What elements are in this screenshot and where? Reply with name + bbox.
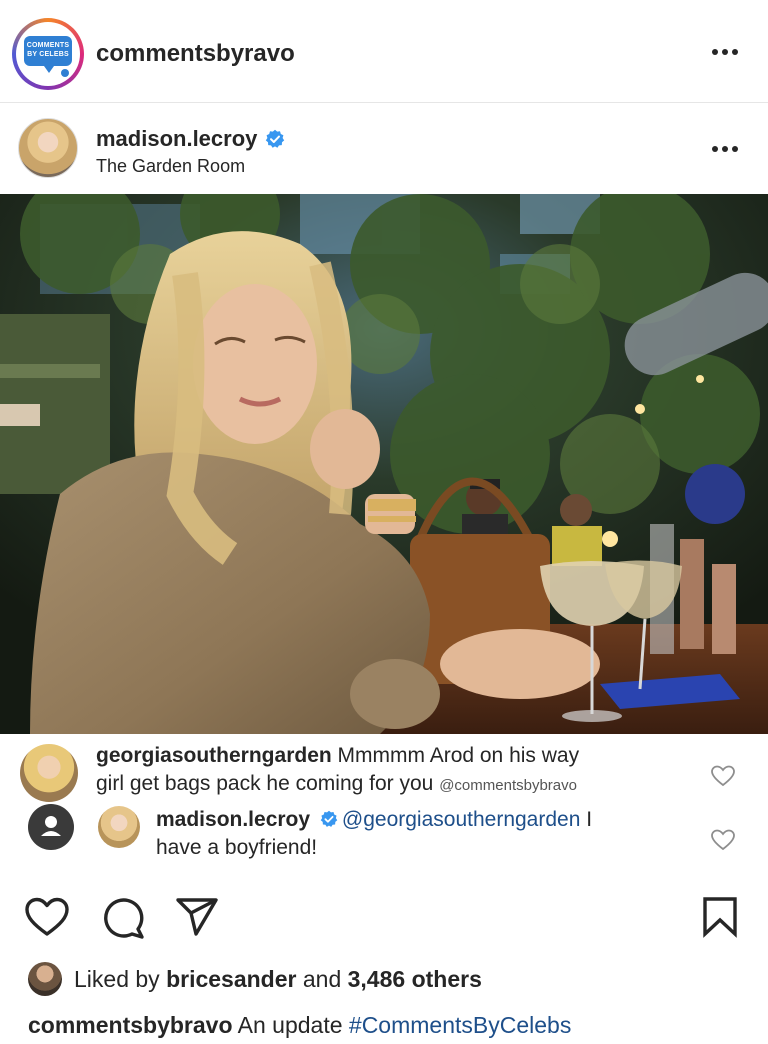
liker-username[interactable]: bricesander bbox=[166, 966, 296, 992]
caption-username[interactable]: commentsbybravo bbox=[28, 1012, 233, 1038]
default-user-icon bbox=[28, 804, 74, 850]
likes-count[interactable]: 3,486 others bbox=[348, 966, 482, 992]
likes-summary[interactable]: Liked by bricesander and 3,486 others bbox=[74, 966, 482, 993]
verified-badge-icon bbox=[266, 129, 285, 148]
verified-badge-icon bbox=[320, 810, 338, 827]
bookmark-icon[interactable] bbox=[700, 896, 740, 938]
comment-text-line1: Mmmmm Arod on his way bbox=[337, 744, 580, 767]
post-location[interactable]: The Garden Room bbox=[96, 156, 245, 177]
post-author-username[interactable]: madison.lecroy bbox=[96, 126, 257, 152]
comments-by-celebs-logo: COMMENTS BY CELEBS bbox=[24, 36, 72, 66]
commenter-avatar[interactable] bbox=[20, 744, 78, 802]
post-author-avatar[interactable] bbox=[18, 118, 78, 178]
logo-text-line1: COMMENTS bbox=[26, 42, 70, 49]
post-caption: commentsbybravo An update #CommentsByCel… bbox=[28, 1012, 571, 1039]
logo-text-line2: BY CELEBS bbox=[27, 51, 69, 58]
reply-mention[interactable]: @georgiasoutherngarden bbox=[342, 808, 581, 831]
reply-text-tail: I bbox=[580, 808, 593, 831]
post-more-icon[interactable] bbox=[712, 144, 742, 154]
comment-icon[interactable] bbox=[100, 896, 146, 940]
comment-username[interactable]: georgiasoutherngarden bbox=[96, 744, 332, 767]
liker-avatar[interactable] bbox=[28, 962, 62, 996]
likes-prefix: Liked by bbox=[74, 966, 167, 992]
caption-hashtag[interactable]: #CommentsByCelebs bbox=[349, 1012, 571, 1038]
account-header: COMMENTS BY CELEBS commentsbyravo bbox=[0, 0, 768, 103]
likes-middle: and bbox=[296, 966, 348, 992]
heart-icon[interactable] bbox=[24, 896, 70, 938]
more-icon[interactable] bbox=[712, 47, 742, 57]
reply-username[interactable]: madison.lecroy bbox=[156, 808, 310, 831]
reply-author-avatar[interactable] bbox=[98, 806, 140, 848]
watermark-tag: @commentsbybravo bbox=[439, 777, 577, 794]
comment-text-line2: girl get bags pack he coming for you bbox=[96, 772, 434, 795]
post-photo[interactable] bbox=[0, 194, 768, 734]
share-icon[interactable] bbox=[174, 896, 220, 938]
comment-like-heart-icon[interactable] bbox=[710, 764, 736, 788]
post-header: madison.lecroy The Garden Room bbox=[0, 104, 768, 194]
reply-text-line2: have a boyfriend! bbox=[156, 836, 318, 859]
account-username[interactable]: commentsbyravo bbox=[96, 40, 295, 68]
caption-text: An update bbox=[232, 1012, 349, 1038]
account-avatar[interactable]: COMMENTS BY CELEBS bbox=[12, 18, 84, 90]
reply-like-heart-icon[interactable] bbox=[710, 828, 736, 852]
